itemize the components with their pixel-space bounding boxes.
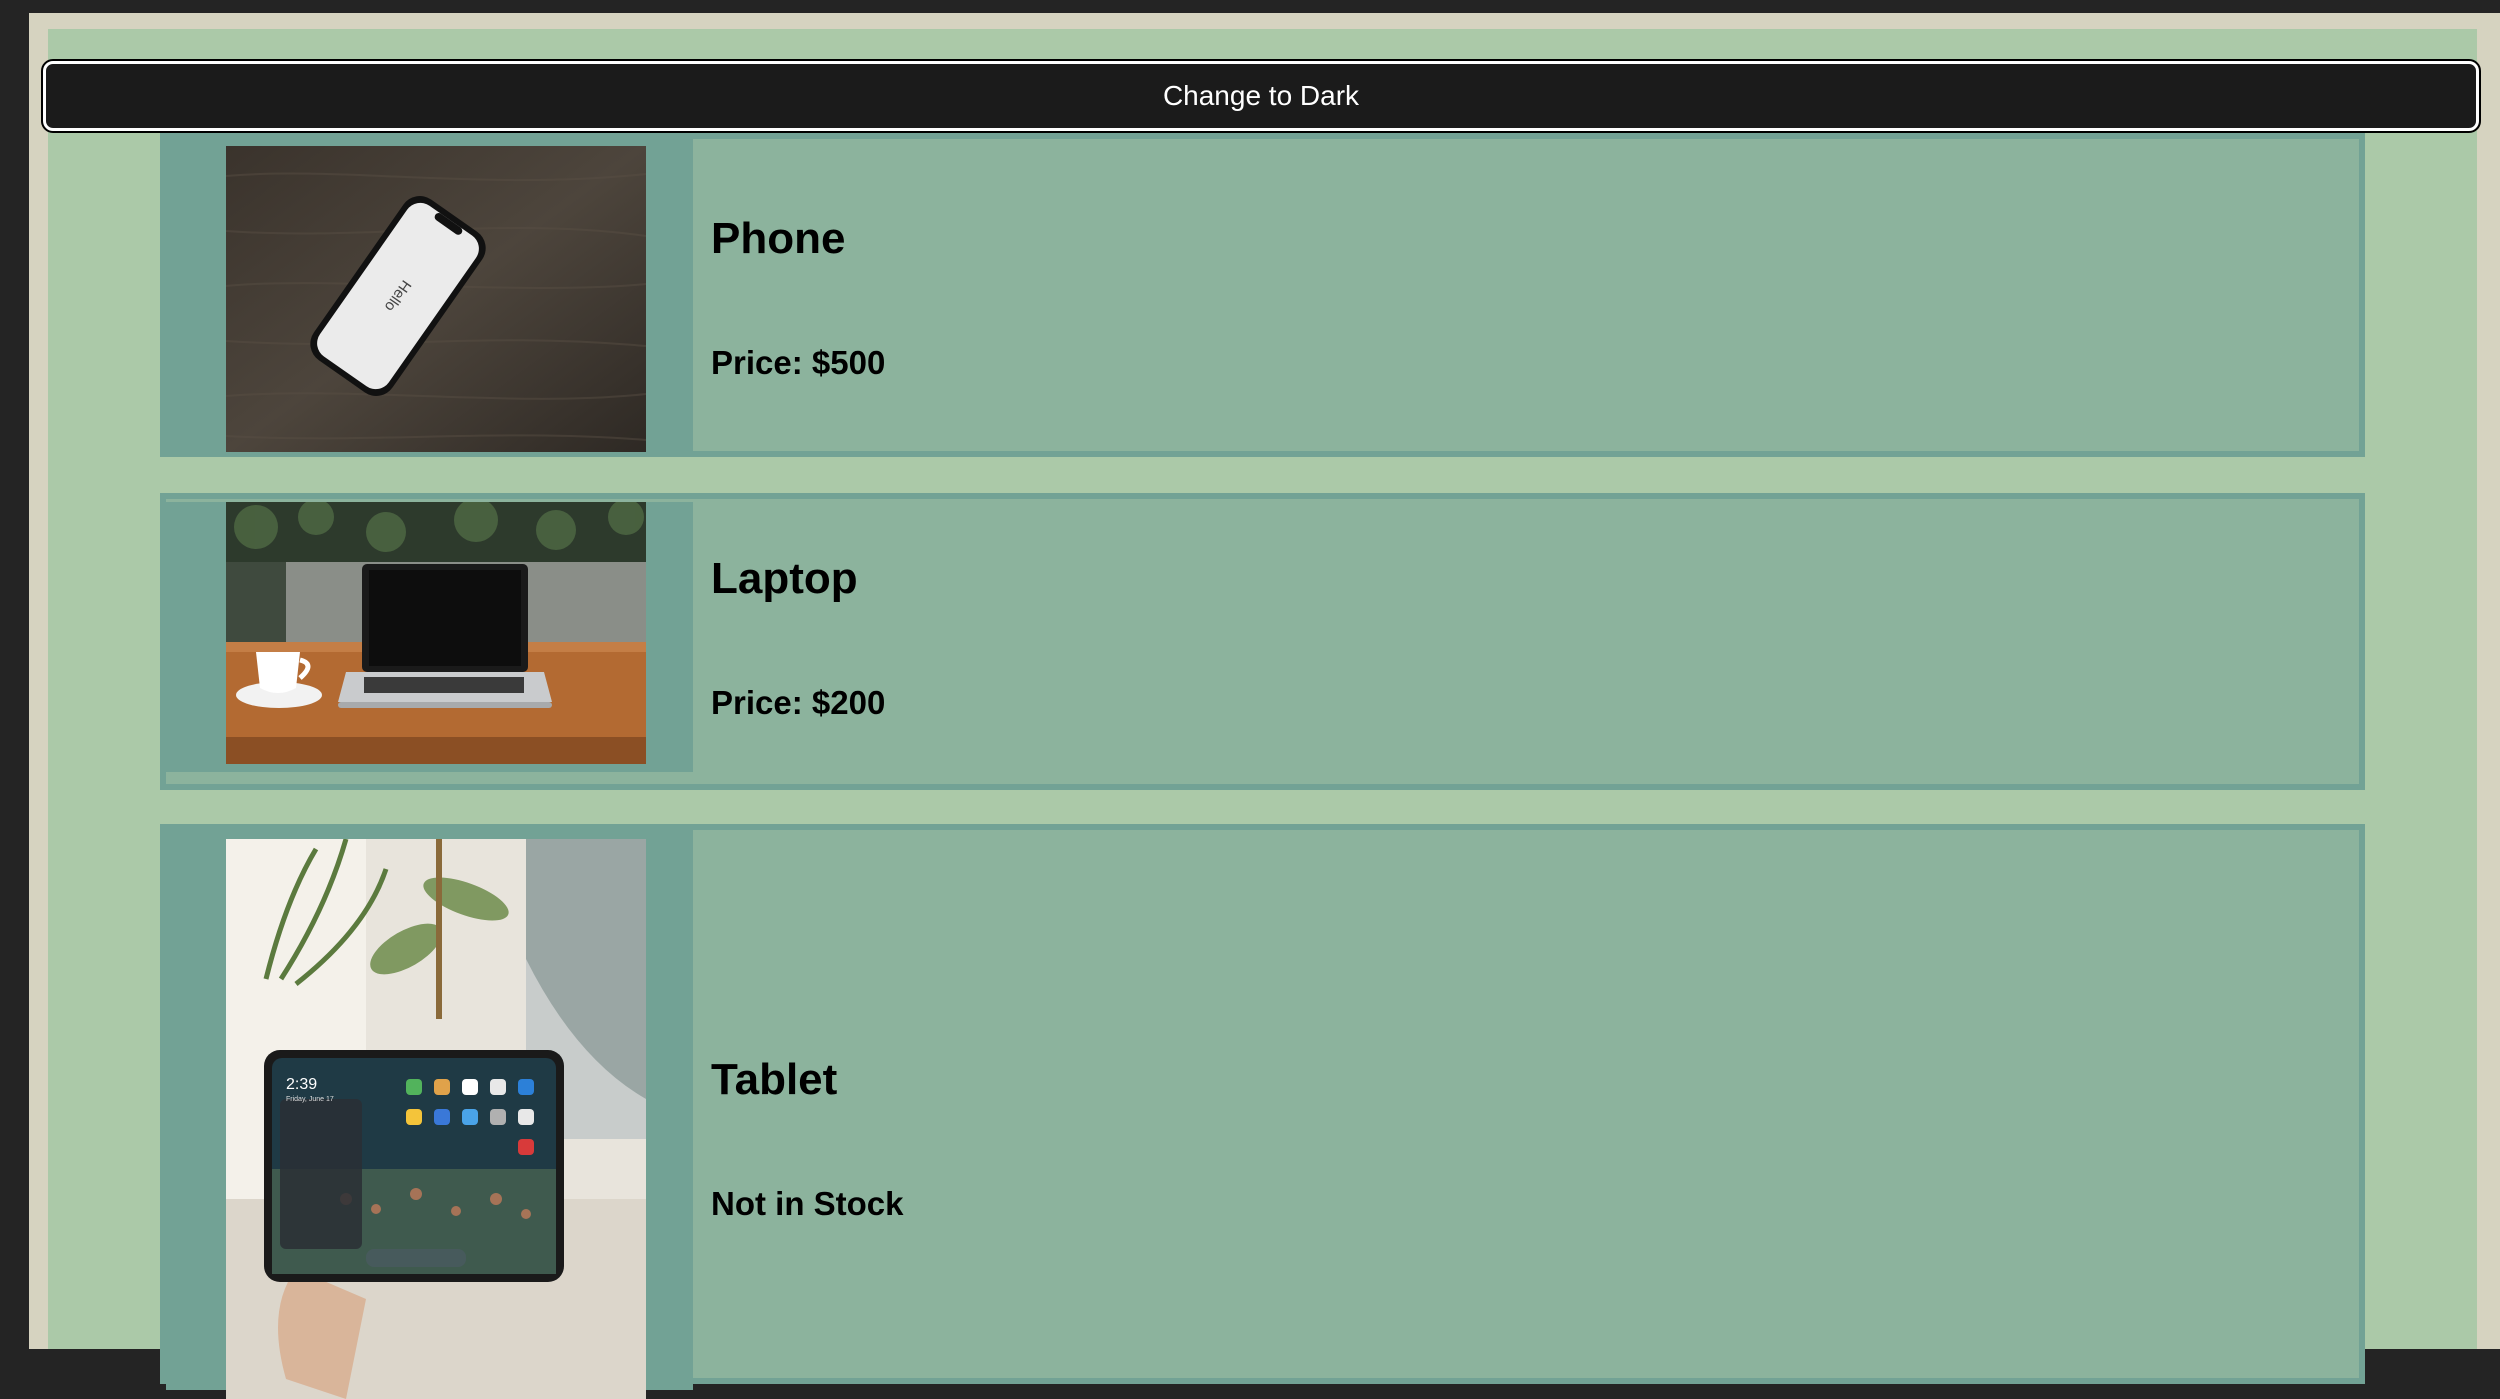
product-price: Price: $200 xyxy=(711,684,886,721)
tablet-screen-time: 2:39 xyxy=(286,1076,317,1093)
product-name: Phone xyxy=(711,214,846,263)
product-name: Tablet xyxy=(711,1055,838,1104)
product-card-tablet: 2:39 Friday, June 17 Tablet Not in Stock xyxy=(160,824,2365,1399)
tablet-screen-date: Friday, June 17 xyxy=(286,1096,334,1103)
change-theme-button[interactable]: Change to Dark xyxy=(41,59,2481,133)
product-card-phone: Hello Phone Price: $500 xyxy=(160,133,2365,457)
laptop-image xyxy=(226,502,646,764)
tablet-image: 2:39 Friday, June 17 xyxy=(226,839,646,1399)
product-name: Laptop xyxy=(711,554,858,603)
phone-image: Hello xyxy=(226,146,646,452)
product-stock-status: Not in Stock xyxy=(711,1185,904,1222)
product-card-laptop: Laptop Price: $200 xyxy=(160,493,2365,790)
product-price: Price: $500 xyxy=(711,344,886,381)
